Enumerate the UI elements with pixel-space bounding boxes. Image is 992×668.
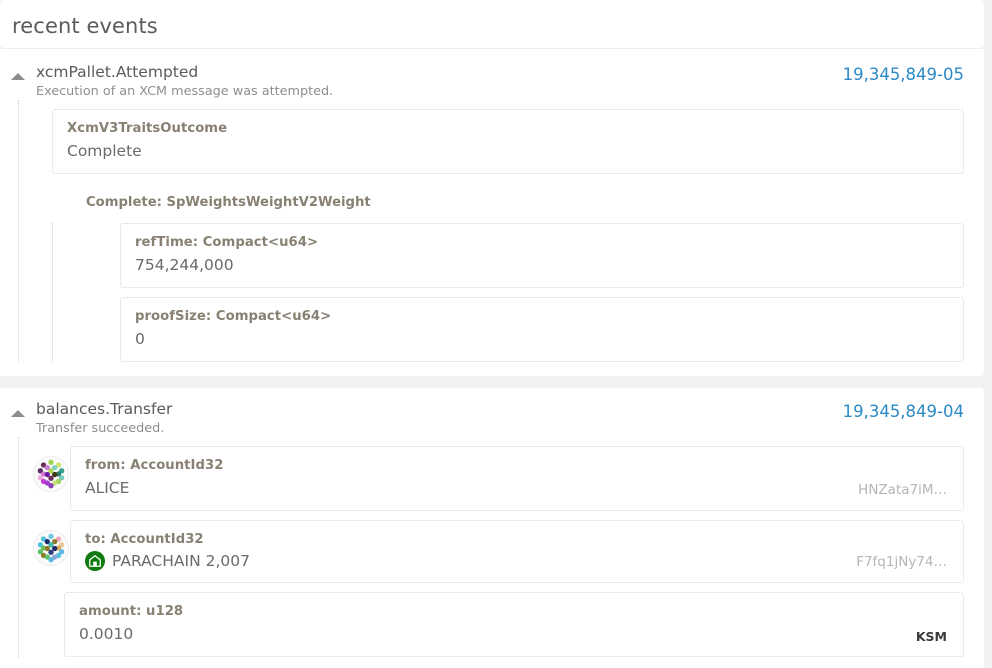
triangle-up-icon[interactable] (11, 73, 25, 80)
field-value: 0.0010 (79, 625, 134, 643)
nested-group: Complete: SpWeightsWeightV2Weight refTim… (52, 183, 964, 362)
field-value: Complete (67, 142, 142, 160)
event-description: Execution of an XCM message was attempte… (36, 84, 334, 99)
account-address: HNZata7iM… (858, 482, 947, 498)
event-card-xcm-attempted: xcmPallet.Attempted Execution of an XCM … (0, 49, 984, 376)
event-name: xcmPallet.Attempted (36, 63, 199, 81)
field-value: 754,244,000 (135, 256, 234, 274)
event-body: from: AccountId32 ALICE HNZata7iM… to: A… (0, 437, 984, 657)
nesting-guide-level-1 (18, 100, 19, 362)
account-address: F7fq1jNy74… (856, 554, 947, 570)
field-label: XcmV3TraitsOutcome (67, 121, 228, 136)
event-block-number[interactable]: 19,345,849-05 (843, 65, 964, 84)
recent-events-header: recent events (0, 0, 984, 49)
field-outcome: XcmV3TraitsOutcome Complete (52, 109, 964, 174)
event-header: xcmPallet.Attempted Execution of an XCM … (0, 63, 984, 100)
event-header: balances.Transfer Transfer succeeded. 19… (0, 400, 984, 437)
polkadot-identicon[interactable] (33, 456, 69, 492)
event-card-balances-transfer: balances.Transfer Transfer succeeded. 19… (0, 388, 984, 668)
event-body: XcmV3TraitsOutcome Complete Complete: Sp… (0, 100, 984, 362)
field-label: refTime: Compact<u64> (135, 235, 319, 250)
polkadot-identicon[interactable] (33, 530, 69, 566)
currency-unit: KSM (915, 629, 947, 644)
nesting-guide-level-1 (18, 437, 19, 657)
field-label: to: AccountId32 (85, 532, 204, 547)
card-separator (0, 376, 992, 388)
nested-group-heading: Complete: SpWeightsWeightV2Weight (86, 195, 371, 210)
event-name: balances.Transfer (36, 400, 173, 418)
event-description: Transfer succeeded. (36, 421, 165, 436)
field-label: proofSize: Compact<u64> (135, 309, 332, 324)
field-label: amount: u128 (79, 604, 184, 619)
parachain-value-row: PARACHAIN 2,007 (85, 551, 949, 571)
field-from: from: AccountId32 ALICE HNZata7iM… (33, 446, 964, 511)
field-proofsize: proofSize: Compact<u64> 0 (120, 297, 964, 362)
event-block-number[interactable]: 19,345,849-04 (843, 402, 964, 421)
field-label: from: AccountId32 (85, 458, 224, 473)
field-value: 0 (135, 330, 145, 348)
field-amount: amount: u128 0.0010 KSM (64, 592, 964, 657)
page-title: recent events (12, 14, 158, 38)
nesting-guide-level-2 (52, 223, 53, 362)
field-value: PARACHAIN 2,007 (112, 552, 250, 570)
field-to: to: AccountId32 PARACHAIN 2,007 F7fq1jNy… (33, 520, 964, 583)
parachain-icon (85, 551, 105, 571)
field-reftime: refTime: Compact<u64> 754,244,000 (120, 223, 964, 288)
field-value: ALICE (85, 479, 130, 497)
triangle-up-icon[interactable] (11, 410, 25, 417)
recent-events-page: recent events xcmPallet.Attempted Execut… (0, 0, 992, 668)
